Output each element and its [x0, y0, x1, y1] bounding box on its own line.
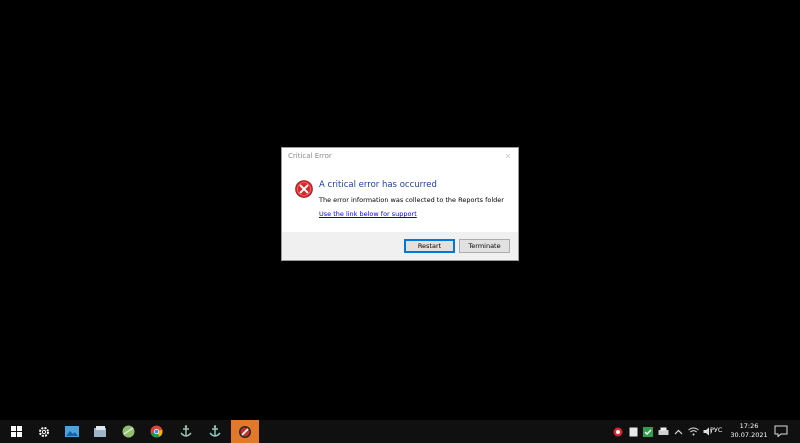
start-button[interactable]: [2, 420, 30, 443]
clock-time: 17:26: [739, 422, 759, 430]
dialog-titlebar[interactable]: Critical Error ✕: [282, 148, 518, 166]
error-icon: [295, 180, 313, 198]
tray-app-icon[interactable]: [612, 426, 624, 438]
photos-icon: [65, 426, 79, 437]
taskbar-file-manager[interactable]: [86, 420, 114, 443]
terminate-button[interactable]: Terminate: [459, 239, 510, 253]
restart-button[interactable]: Restart: [404, 239, 455, 253]
input-language[interactable]: РУС: [710, 426, 722, 434]
taskbar-clock[interactable]: 17:26 30.07.2021: [728, 422, 770, 440]
tray-document-icon[interactable]: [627, 426, 639, 438]
wifi-icon[interactable]: [687, 426, 699, 438]
support-link[interactable]: Use the link below for support: [319, 210, 417, 218]
taskbar-photos[interactable]: [58, 420, 86, 443]
critical-error-dialog: Critical Error ✕ A critical error has oc…: [281, 147, 519, 261]
settings-icon: [39, 426, 49, 437]
app-globe-icon: [122, 425, 134, 438]
taskbar-ship-app-2[interactable]: [201, 420, 229, 443]
taskbar-settings[interactable]: [30, 420, 58, 443]
chevron-up-icon[interactable]: [672, 426, 684, 438]
crash-app-icon: [239, 425, 251, 438]
tray-printer-icon[interactable]: [657, 426, 669, 438]
ship-anchor-icon: [180, 425, 192, 437]
main-instruction: A critical error has occurred: [319, 180, 437, 190]
button-row: Restart Terminate: [282, 232, 518, 260]
notification-icon[interactable]: [774, 425, 788, 437]
file-manager-icon: [94, 425, 106, 437]
taskbar-chrome[interactable]: [142, 420, 170, 443]
dialog-content: A critical error has occurred The error …: [282, 166, 518, 232]
close-button[interactable]: ✕: [502, 151, 514, 163]
clock-date: 30.07.2021: [730, 431, 768, 439]
tray-security-icon[interactable]: [642, 426, 654, 438]
taskbar-app-globe[interactable]: [114, 420, 142, 443]
taskbar-ship-app[interactable]: [172, 420, 200, 443]
system-tray: [612, 420, 717, 443]
taskbar: РУС 17:26 30.07.2021: [0, 420, 800, 443]
dialog-title: Critical Error: [288, 152, 332, 160]
taskbar-crash-app[interactable]: [231, 420, 259, 443]
start-icon: [10, 426, 22, 437]
detail-text: The error information was collected to t…: [319, 196, 504, 204]
ship-anchor-icon-2: [209, 425, 221, 437]
chrome-icon: [150, 425, 163, 438]
